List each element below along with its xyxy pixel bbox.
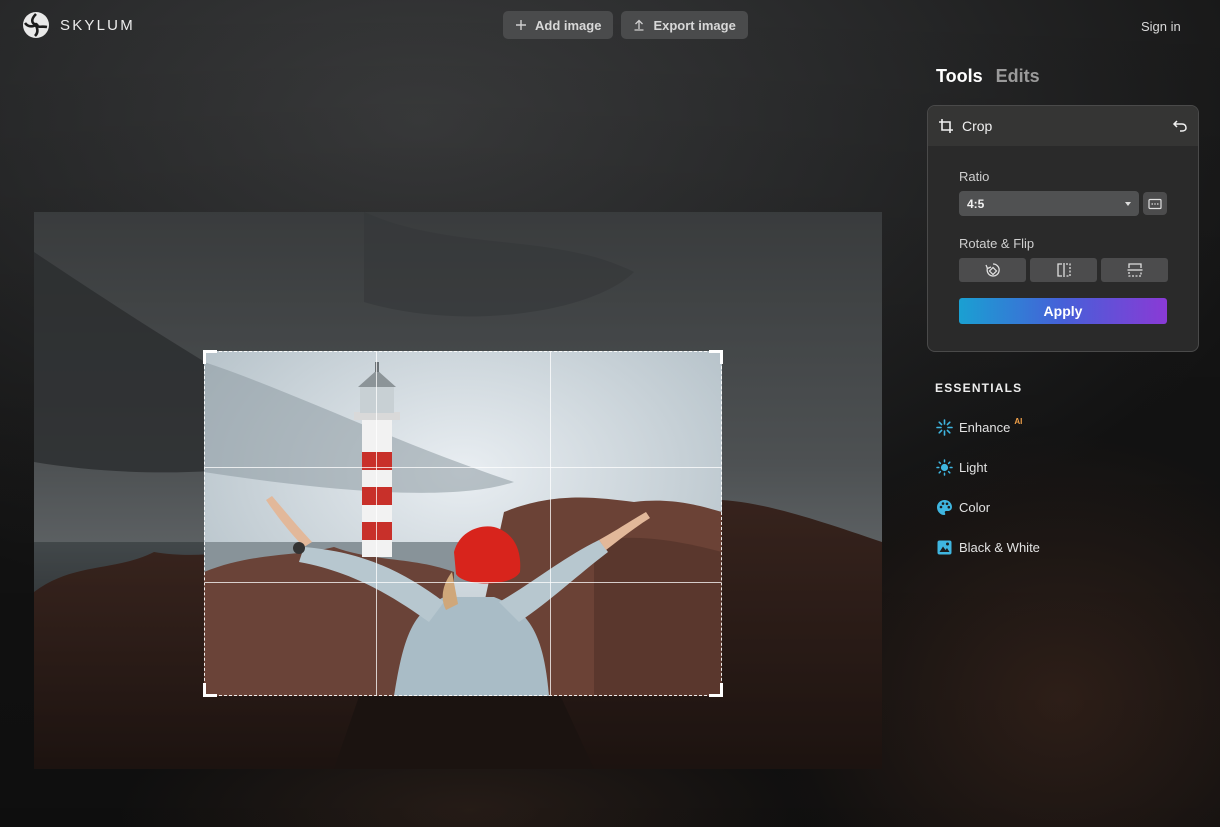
crop-frame[interactable]: [203, 350, 723, 697]
chevron-down-icon: [1125, 201, 1131, 206]
export-image-button[interactable]: Export image: [621, 11, 748, 39]
crop-icon: [939, 119, 953, 133]
sidebar-tabs: Tools Edits: [936, 66, 1040, 87]
ratio-label: Ratio: [959, 169, 990, 184]
crop-grid-line: [376, 352, 377, 695]
flip-horizontal-icon: [1056, 263, 1071, 277]
black-white-icon: [937, 540, 952, 555]
essentials-item-label: Black & White: [959, 540, 1040, 555]
crop-handle-top-right[interactable]: [709, 350, 723, 364]
rotate-button[interactable]: [959, 258, 1026, 282]
app-logo[interactable]: SKYLUM: [22, 11, 135, 39]
apply-button[interactable]: Apply: [959, 298, 1167, 324]
essentials-item-label: Enhance: [959, 420, 1011, 435]
rotate-flip-buttons: [959, 258, 1168, 282]
aspect-ratio-button[interactable]: [1143, 192, 1167, 215]
ai-badge: AI: [1014, 417, 1023, 426]
crop-handle-bottom-right[interactable]: [709, 683, 723, 697]
essentials-item-label: Light: [959, 460, 988, 475]
flip-vertical-button[interactable]: [1101, 258, 1168, 282]
crop-handle-top-left[interactable]: [203, 350, 217, 364]
crop-grid-line: [550, 352, 551, 695]
add-image-label: Add image: [535, 17, 602, 33]
essentials-item-enhance[interactable]: Enhance AI: [936, 417, 1023, 436]
upload-icon: [634, 19, 644, 31]
skylum-logo-icon: [23, 12, 49, 38]
flip-horizontal-button[interactable]: [1030, 258, 1097, 282]
top-actions: Add image Export image: [503, 11, 748, 39]
crop-panel-header[interactable]: Crop: [928, 106, 1198, 146]
add-image-button[interactable]: Add image: [503, 11, 614, 39]
essentials-heading: ESSENTIALS: [935, 381, 1023, 395]
enhance-sparkle-icon: [936, 419, 953, 436]
crop-handle-bottom-left[interactable]: [203, 683, 217, 697]
sign-in-link[interactable]: Sign in: [1141, 19, 1181, 34]
crop-panel: Crop Ratio 4:5 Rotate & Flip Apply: [927, 105, 1199, 352]
essentials-item-label: Color: [959, 500, 991, 515]
crop-panel-title: Crop: [962, 118, 993, 134]
rotate-flip-label: Rotate & Flip: [959, 236, 1035, 251]
export-image-label: Export image: [653, 17, 736, 33]
essentials-item-light[interactable]: Light: [936, 459, 987, 476]
ratio-value: 4:5: [967, 196, 985, 211]
tab-tools[interactable]: Tools: [936, 66, 983, 87]
app-name: SKYLUM: [60, 16, 135, 34]
tab-edits[interactable]: Edits: [996, 66, 1040, 87]
undo-icon[interactable]: [1172, 118, 1188, 134]
plus-icon: [516, 20, 526, 30]
rotate-icon: [984, 263, 1000, 277]
crop-grid-line: [205, 467, 721, 468]
palette-icon: [937, 500, 952, 515]
ratio-select[interactable]: 4:5: [959, 191, 1139, 216]
aspect-ratio-icon: [1148, 198, 1162, 209]
essentials-item-black-white[interactable]: Black & White: [936, 539, 1040, 556]
crop-grid-line: [205, 582, 721, 583]
flip-vertical-icon: [1127, 263, 1142, 277]
essentials-item-color[interactable]: Color: [936, 499, 990, 516]
sun-icon: [936, 459, 953, 476]
